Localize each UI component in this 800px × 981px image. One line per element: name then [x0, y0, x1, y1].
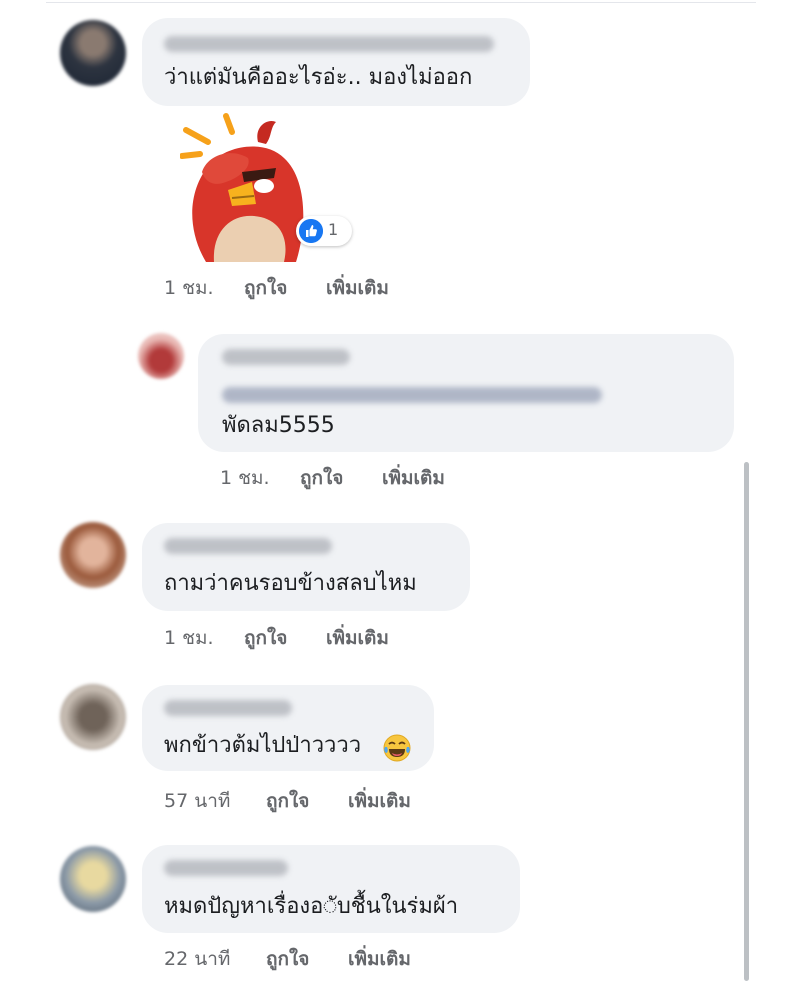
- commenter-name[interactable]: [164, 700, 292, 716]
- comment-bubble: [142, 18, 530, 106]
- commenter-name[interactable]: [164, 538, 332, 554]
- avatar[interactable]: [60, 846, 126, 912]
- comment-time[interactable]: 1 ชม.: [164, 623, 214, 653]
- comment-text: พกข้าวต้มไปป่าวววว: [164, 733, 362, 758]
- angry-bird-facepalm-sticker: [180, 113, 304, 262]
- comment-time[interactable]: 57 นาที: [164, 786, 230, 816]
- comment-text: ว่าแต่มันคืออะไรอ่ะ.. มองไม่ออก: [164, 65, 473, 90]
- scrollbar[interactable]: [744, 462, 749, 981]
- more-link[interactable]: เพิ่มเติม: [348, 786, 411, 816]
- commenter-name[interactable]: [164, 36, 494, 52]
- comment-time[interactable]: 1 ชม.: [164, 273, 214, 303]
- like-link[interactable]: ถูกใจ: [266, 786, 309, 816]
- top-divider: [46, 2, 756, 3]
- like-link[interactable]: ถูกใจ: [244, 273, 287, 303]
- more-link[interactable]: เพิ่มเติม: [326, 623, 389, 653]
- like-link[interactable]: ถูกใจ: [300, 463, 343, 493]
- comment-text: ถามว่าคนรอบข้างสลบไหม: [164, 571, 417, 596]
- comment-time[interactable]: 22 นาที: [164, 944, 230, 974]
- like-link[interactable]: ถูกใจ: [244, 623, 287, 653]
- commenter-name[interactable]: [222, 349, 350, 365]
- more-link[interactable]: เพิ่มเติม: [348, 944, 411, 974]
- tears-of-joy-emoji: [383, 734, 411, 762]
- avatar[interactable]: [60, 522, 126, 588]
- mentioned-name[interactable]: [222, 387, 602, 403]
- more-link[interactable]: เพิ่มเติม: [382, 463, 445, 493]
- reaction-summary[interactable]: 1: [296, 216, 352, 246]
- avatar[interactable]: [60, 684, 126, 750]
- commenter-name[interactable]: [164, 860, 288, 876]
- avatar[interactable]: [60, 20, 126, 86]
- like-icon: [299, 219, 323, 243]
- like-link[interactable]: ถูกใจ: [266, 944, 309, 974]
- more-link[interactable]: เพิ่มเติม: [326, 273, 389, 303]
- comment-text: พัดลม5555: [222, 413, 335, 438]
- reaction-count: 1: [328, 220, 339, 239]
- avatar[interactable]: [138, 333, 184, 379]
- comment-time[interactable]: 1 ชม.: [220, 463, 270, 493]
- comment-text: หมดปัญหาเรื่องอ◌ับชื้นในร่มผ้า: [164, 894, 459, 919]
